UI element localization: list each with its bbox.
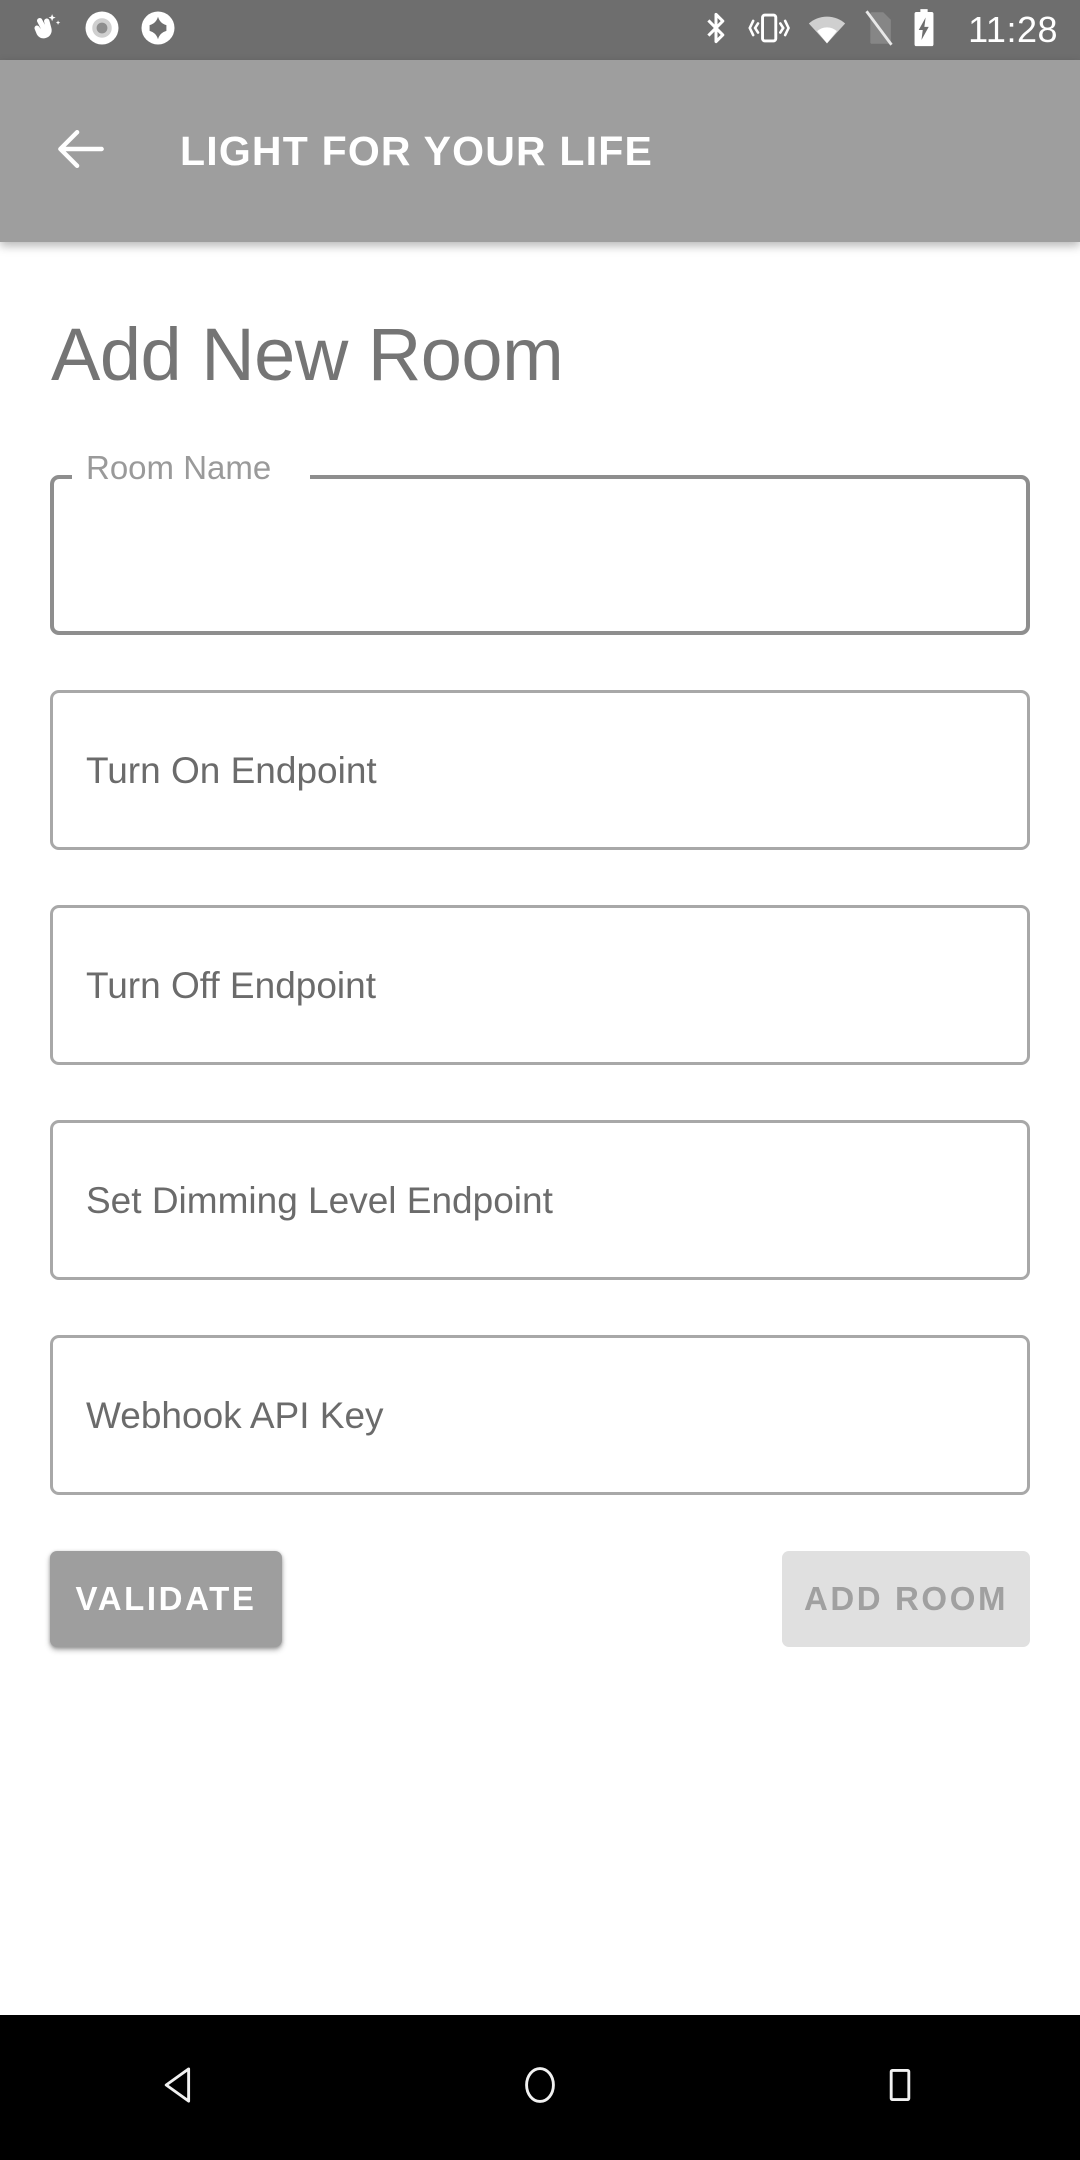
field-turn-on-endpoint[interactable]: Turn On Endpoint — [50, 690, 1030, 850]
arrow-left-icon — [50, 118, 112, 185]
no-sim-icon — [864, 9, 894, 52]
status-bar-clock: 11:28 — [968, 9, 1058, 50]
field-turn-off-endpoint[interactable]: Turn Off Endpoint — [50, 905, 1030, 1065]
field-webhook-api-key[interactable]: Webhook API Key — [50, 1335, 1030, 1495]
wifi-icon — [807, 11, 847, 50]
add-room-button: ADD ROOM — [782, 1551, 1030, 1647]
notification-icons — [30, 10, 176, 51]
battery-charging-icon — [911, 8, 937, 53]
page-content: Add New Room Room Name Turn On Endpoint … — [0, 242, 1080, 2015]
field-room-name-label: Room Name — [86, 449, 272, 486]
nav-back-button[interactable] — [100, 2015, 260, 2160]
field-room-name[interactable]: Room Name — [50, 451, 1030, 635]
validate-button[interactable]: VALIDATE — [50, 1551, 282, 1647]
app-bar: LIGHT FOR YOUR LIFE — [0, 60, 1080, 242]
room-name-input[interactable] — [50, 475, 1030, 635]
set-dimming-level-endpoint-input[interactable]: Set Dimming Level Endpoint — [50, 1120, 1030, 1280]
app-bar-title: LIGHT FOR YOUR LIFE — [180, 127, 654, 174]
set-dimming-level-endpoint-label: Set Dimming Level Endpoint — [86, 1179, 553, 1221]
turn-on-endpoint-input[interactable]: Turn On Endpoint — [50, 690, 1030, 850]
action-button-row: VALIDATE ADD ROOM — [50, 1551, 1030, 1647]
turn-off-endpoint-label: Turn Off Endpoint — [86, 964, 377, 1006]
page-title: Add New Room — [51, 313, 564, 396]
sparkle-hand-icon — [30, 10, 64, 51]
nav-home-button[interactable] — [460, 2015, 620, 2160]
diamond-circle-icon — [140, 10, 176, 51]
back-triangle-icon — [157, 2062, 203, 2113]
field-set-dimming-level-endpoint[interactable]: Set Dimming Level Endpoint — [50, 1120, 1030, 1280]
webhook-api-key-label: Webhook API Key — [86, 1394, 384, 1436]
android-navigation-bar — [0, 2015, 1080, 2160]
home-circle-icon — [517, 2062, 563, 2113]
circle-dot-icon — [84, 10, 120, 51]
recents-square-icon — [877, 2062, 923, 2113]
bluetooth-icon — [701, 9, 731, 52]
turn-on-endpoint-label: Turn On Endpoint — [86, 749, 377, 791]
system-status-icons: 11:28 — [701, 8, 1058, 53]
webhook-api-key-input[interactable]: Webhook API Key — [50, 1335, 1030, 1495]
vibrate-icon — [748, 10, 791, 51]
nav-recents-button[interactable] — [820, 2015, 980, 2160]
status-bar: 11:28 — [0, 0, 1080, 60]
turn-off-endpoint-input[interactable]: Turn Off Endpoint — [50, 905, 1030, 1065]
back-button[interactable] — [33, 103, 129, 199]
